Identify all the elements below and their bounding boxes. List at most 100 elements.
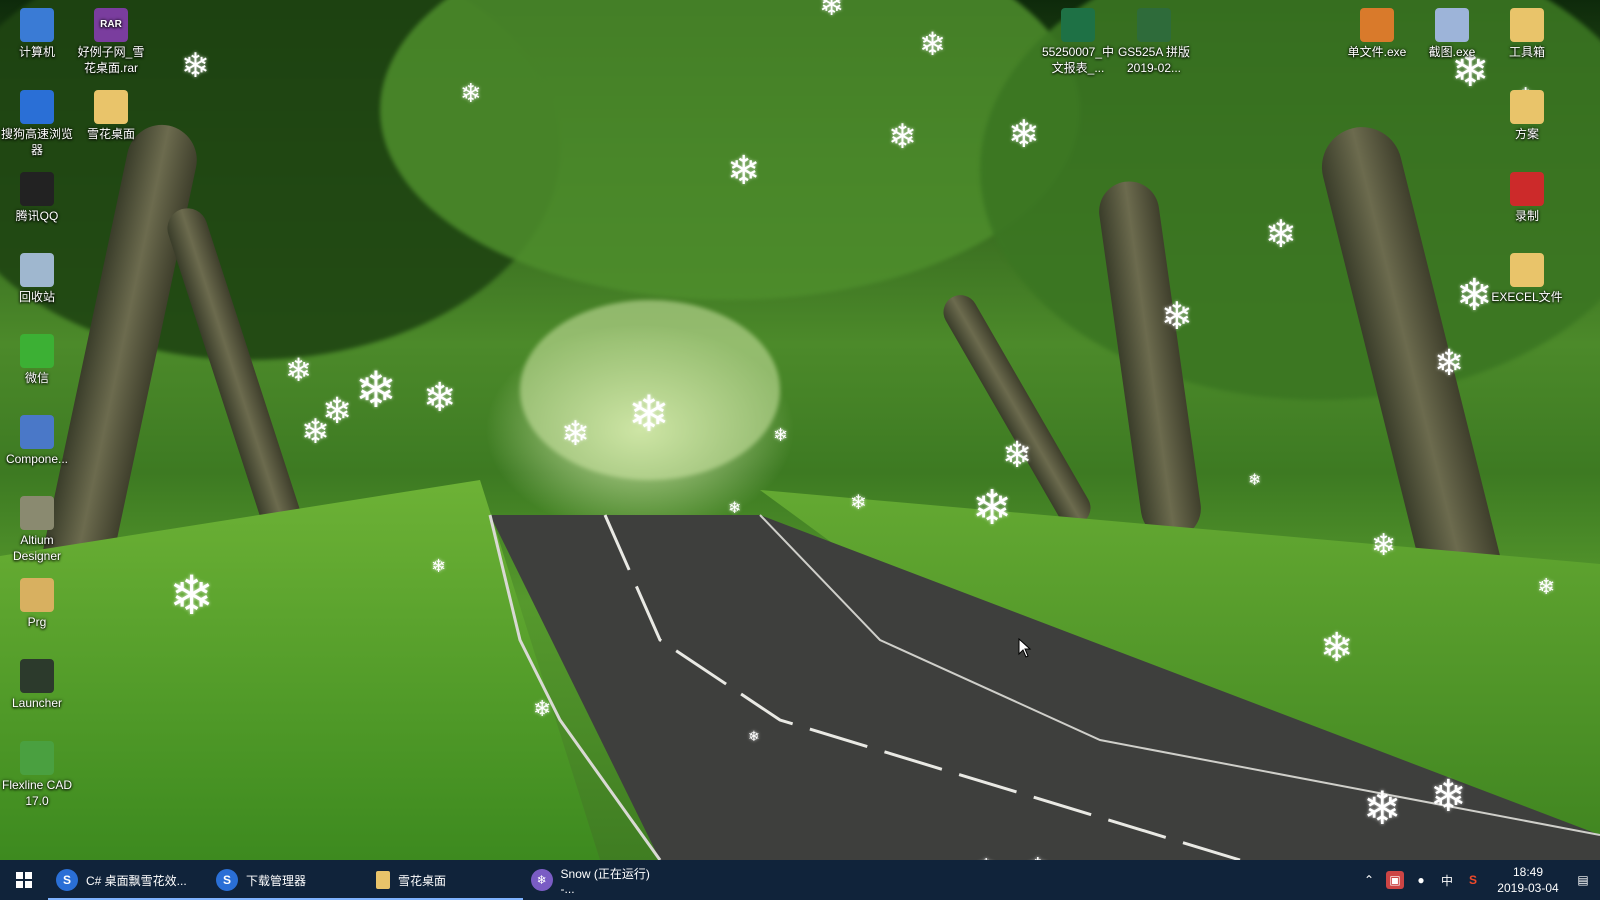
folder-icon xyxy=(94,90,128,124)
snowflake-icon: ❄ xyxy=(561,414,590,454)
sogou-browser-icon: S xyxy=(56,869,78,891)
desktop-icon-label: Compone... xyxy=(5,452,69,466)
taskbar-item-label: Snow (正在运行) -... xyxy=(560,866,650,896)
tray-app-icon[interactable]: ▣ xyxy=(1386,871,1404,889)
pcb-file-icon xyxy=(1137,8,1171,42)
prg-icon xyxy=(20,578,54,612)
recycle-bin-icon xyxy=(20,253,54,287)
desktop-icon[interactable]: 微信 xyxy=(0,330,75,386)
desktop-icon[interactable]: 搜狗高速浏览器 xyxy=(0,86,75,158)
taskbar-item[interactable]: 雪花桌面 xyxy=(368,860,523,900)
desktop-icon[interactable]: 计算机 xyxy=(0,4,75,60)
launcher-icon xyxy=(20,659,54,693)
desktop-icon[interactable]: Prg xyxy=(0,574,75,630)
snowflake-icon: ❄ xyxy=(355,361,397,419)
desktop-icon[interactable]: 55250007_中文报表_... xyxy=(1040,4,1116,76)
desktop-icon[interactable]: 回收站 xyxy=(0,249,75,305)
desktop-icon[interactable]: 腾讯QQ xyxy=(0,168,75,224)
screenshot-exe-icon xyxy=(1435,8,1469,42)
snowflake-icon: ❄ xyxy=(1430,771,1467,822)
taskbar: S C# 桌面飘雪花效... S 下载管理器 雪花桌面 ❄ Snow (正在运行) -...… xyxy=(0,860,1600,900)
sogou-browser-icon xyxy=(20,90,54,124)
plan-folder-icon xyxy=(1510,90,1544,124)
mouse-pointer-icon xyxy=(1018,638,1032,658)
rar-icon: RAR xyxy=(94,8,128,42)
snowflake-icon: ❄ xyxy=(919,25,946,63)
desktop-icon[interactable]: Launcher xyxy=(0,655,75,711)
desktop-icon[interactable]: EXECEL文件 xyxy=(1489,249,1565,305)
desktop-icon[interactable]: 方案 xyxy=(1489,86,1565,142)
snowflake-icon: ❄ xyxy=(1363,781,1402,835)
desktop-icon-label: 雪花桌面 xyxy=(86,127,135,141)
desktop-icon[interactable]: Compone... xyxy=(0,411,75,467)
toolbox-folder-icon xyxy=(1510,8,1544,42)
start-button[interactable] xyxy=(0,860,48,900)
desktop-icon[interactable]: Altium Designer xyxy=(0,492,75,564)
clock[interactable]: 18:49 2019-03-04 xyxy=(1490,864,1566,896)
snowflake-icon: ❄ xyxy=(972,480,1013,536)
desktop-icon-label: 单文件.exe xyxy=(1347,45,1407,59)
clock-date: 2019-03-04 xyxy=(1497,881,1559,895)
snowflake-icon: ❄ xyxy=(285,351,312,389)
desktop-icon-label: 方案 xyxy=(1514,127,1539,141)
taskbar-item-label: 下载管理器 xyxy=(246,873,307,888)
sogou-input-icon[interactable]: S xyxy=(1464,871,1482,889)
desktop-icon[interactable]: 工具箱 xyxy=(1489,4,1565,60)
desktop-icon-label: Prg xyxy=(27,615,47,629)
desktop-icon-label: 55250007_中文报表_... xyxy=(1041,45,1115,75)
snowflake-icon: ❄ xyxy=(1456,270,1493,321)
desktop-icon[interactable]: 截图.exe xyxy=(1414,4,1490,60)
snowflake-icon: ❄ xyxy=(1008,112,1040,156)
desktop-icon-label: GS525A 拼版2019-02... xyxy=(1117,45,1191,75)
notification-center-icon[interactable]: ▤ xyxy=(1574,871,1592,889)
snowflake-icon: ❄ xyxy=(169,564,215,627)
exe-file-icon xyxy=(1360,8,1394,42)
snowflake-icon: ❄ xyxy=(460,79,482,109)
snowflake-icon: ❄ xyxy=(850,490,867,514)
desktop-icon[interactable]: 单文件.exe xyxy=(1339,4,1415,60)
input-method-indicator[interactable]: 中 xyxy=(1438,871,1456,889)
component-icon xyxy=(20,415,54,449)
snowflake-icon: ❄ xyxy=(301,412,330,452)
windows-logo-icon xyxy=(16,872,32,888)
snowflake-icon: ❄ xyxy=(1537,575,1556,600)
desktop-icon-label: Flexline CAD 17.0 xyxy=(1,778,73,808)
download-manager-icon: S xyxy=(216,869,238,891)
snowflake-icon: ❄ xyxy=(1371,528,1397,563)
show-hidden-icons-chevron-icon[interactable]: ⌃ xyxy=(1360,871,1378,889)
desktop-icon-label: 腾讯QQ xyxy=(15,209,59,223)
snowflake-icon: ❄ xyxy=(728,498,742,517)
desktop-icon-label: Launcher xyxy=(11,696,63,710)
flexline-cad-icon xyxy=(20,741,54,775)
desktop-icon[interactable]: 雪花桌面 xyxy=(73,86,149,142)
desktop-icon[interactable]: 录制 xyxy=(1489,168,1565,224)
taskbar-item[interactable]: ❄ Snow (正在运行) -... xyxy=(523,860,673,900)
taskbar-item[interactable]: S C# 桌面飘雪花效... xyxy=(48,860,208,900)
desktop-icon[interactable]: Flexline CAD 17.0 xyxy=(0,737,75,809)
excel-file-icon xyxy=(1061,8,1095,42)
computer-icon xyxy=(20,8,54,42)
desktop-icon-label: 微信 xyxy=(24,371,49,385)
snowflake-icon: ❄ xyxy=(628,385,670,443)
snowflake-icon: ❄ xyxy=(888,117,917,157)
desktop-icon[interactable]: GS525A 拼版2019-02... xyxy=(1116,4,1192,76)
desktop-icon-label: 工具箱 xyxy=(1508,45,1545,59)
desktop-icon[interactable]: RAR 好例子网_雪花桌面.rar xyxy=(73,4,149,76)
snowflake-icon: ❄ xyxy=(1434,343,1465,384)
altium-icon xyxy=(20,496,54,530)
desktop-icon-label: 搜狗高速浏览器 xyxy=(0,127,73,157)
taskbar-item[interactable]: S 下载管理器 xyxy=(208,860,368,900)
desktop-icon-label: 截图.exe xyxy=(1428,45,1476,59)
snow-app-icon: ❄ xyxy=(531,869,553,891)
desktop-icon-label: Altium Designer xyxy=(12,533,62,563)
snowflake-icon: ❄ xyxy=(423,375,457,421)
snowflake-icon: ❄ xyxy=(1161,294,1193,338)
desktop-icon-label: 录制 xyxy=(1514,209,1539,223)
snowflake-icon: ❄ xyxy=(1248,470,1262,489)
snowflake-icon: ❄ xyxy=(1002,435,1033,476)
system-tray: ⌃ ▣ ● 中 S 18:49 2019-03-04 ▤ xyxy=(1360,860,1600,900)
snowflake-icon: ❄ xyxy=(431,556,447,577)
excel-folder-icon xyxy=(1510,253,1544,287)
clock-time: 18:49 xyxy=(1512,865,1544,879)
qq-tray-icon[interactable]: ● xyxy=(1412,871,1430,889)
